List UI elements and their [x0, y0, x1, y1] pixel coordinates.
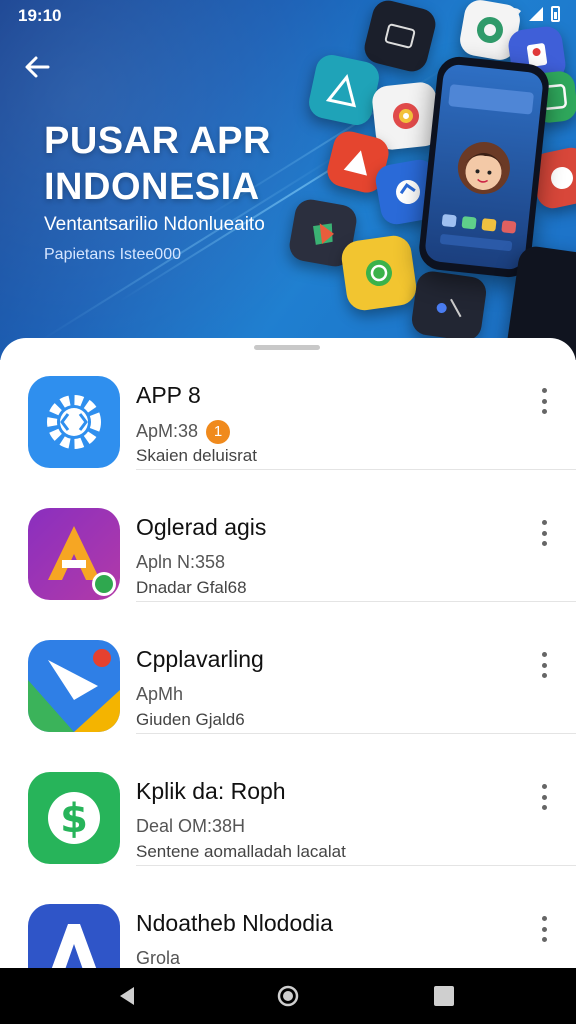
app-description: Skaien deluisrat: [136, 446, 257, 465]
signal-icon: [529, 7, 543, 21]
phone-screen: [423, 63, 545, 271]
system-nav-bar: [0, 968, 576, 1024]
app-tile-glyph-icon: [436, 298, 462, 318]
app-icon: [28, 640, 120, 732]
hero-title-line1: PUSAR APR: [44, 120, 271, 162]
app-description: Sentene aomalladah lacalat: [136, 842, 346, 861]
app-tile-glyph-icon: [393, 103, 420, 129]
app-name: APP 8: [136, 382, 201, 408]
app-icon: [28, 376, 120, 468]
app-meta-text: ApM:38: [136, 421, 199, 441]
app-tile-glyph-icon: [384, 23, 416, 49]
app-name: Kplik da: Roph: [136, 778, 286, 804]
app-name: Cpplavarling: [136, 646, 264, 672]
app-tile-glyph-icon: [476, 17, 503, 43]
app-tile-glyph-icon: [343, 150, 367, 176]
hero-caption: Papietans Istee000: [44, 246, 181, 263]
status-time: 19:10: [18, 6, 62, 25]
avatar-illustration-icon: [440, 84, 534, 252]
app-description: Dnadar Gfal68: [136, 578, 247, 597]
notification-badge: 1: [206, 420, 231, 444]
app-meta: Apln N:358: [136, 552, 226, 572]
app-tile-glyph-icon: [325, 74, 357, 108]
app-icon: $: [28, 772, 120, 864]
app-meta: ApMh: [136, 684, 184, 704]
more-vert-icon[interactable]: [534, 916, 554, 942]
hero-title: PUSAR APR INDONESIA: [44, 118, 271, 210]
app-name: Ndoatheb Nlododia: [136, 910, 333, 936]
letter-a-icon: [28, 508, 120, 600]
dollar-gear-icon: $: [28, 772, 120, 864]
app-description: Giuden Gjald6: [136, 710, 245, 729]
app-list-sheet: APP 8 ApM:38 1 Skaien deluisrat Oglerad a…: [0, 338, 576, 996]
play-arrow-icon: [28, 640, 120, 732]
square-recents-icon[interactable]: [434, 986, 454, 1006]
triangle-back-icon[interactable]: [116, 984, 140, 1008]
screen: 19:10 PUSAR APR INDONESIA Ventantsarilio…: [0, 0, 576, 1024]
app-meta: Grola: [136, 948, 181, 968]
list-item[interactable]: $ Kplik da: Roph Deal OM:38H Sentene aom…: [0, 734, 576, 866]
floating-app-tile: [409, 269, 489, 343]
more-vert-icon[interactable]: [534, 652, 554, 678]
hero-banner: 19:10 PUSAR APR INDONESIA Ventantsarilio…: [0, 0, 576, 360]
svg-text:$: $: [60, 796, 88, 842]
app-tile-glyph-icon: [313, 223, 335, 245]
chat-bubble-icon: [366, 260, 392, 286]
floating-app-tile: [339, 233, 419, 313]
more-vert-icon[interactable]: [534, 388, 554, 414]
hero-title-line2: INDONESIA: [44, 166, 260, 208]
more-vert-icon[interactable]: [534, 784, 554, 810]
gear-code-icon: [28, 376, 120, 468]
app-tile-glyph-icon: [551, 167, 573, 189]
battery-icon: [551, 6, 560, 22]
app-meta: ApM:38 1: [136, 420, 231, 444]
phone-mockup: [417, 54, 551, 280]
circle-home-icon[interactable]: [276, 984, 300, 1008]
list-item[interactable]: Cpplavarling ApMh Giuden Gjald6: [0, 602, 576, 734]
back-arrow-icon[interactable]: [22, 52, 52, 82]
floating-app-tile: [361, 0, 439, 75]
hero-subtitle: Ventantsarilio Ndonlueaito: [44, 214, 265, 235]
more-vert-icon[interactable]: [534, 520, 554, 546]
app-meta: Deal OM:38H: [136, 816, 246, 836]
list-item[interactable]: APP 8 ApM:38 1 Skaien deluisrat: [0, 338, 576, 470]
list-item[interactable]: Oglerad agis Apln N:358 Dnadar Gfal68: [0, 470, 576, 602]
app-name: Oglerad agis: [136, 514, 267, 540]
floating-app-tile: [306, 52, 382, 128]
app-icon: [28, 508, 120, 600]
